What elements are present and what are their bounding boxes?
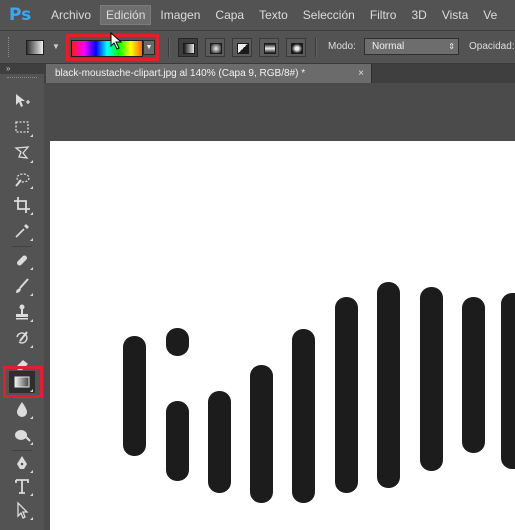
tool-preset-icon[interactable]: [26, 40, 44, 55]
photoshop-logo: Ps: [9, 5, 32, 25]
menu-3d[interactable]: 3D: [405, 5, 432, 25]
type-tool-icon[interactable]: [9, 475, 35, 497]
artwork-bar: [292, 329, 315, 503]
gradient-tool-highlight-box: [3, 366, 43, 398]
artwork-bar: [420, 287, 443, 471]
linear-gradient-icon[interactable]: [178, 38, 198, 57]
artwork-bar: [377, 282, 400, 488]
crop-tool-icon[interactable]: [9, 194, 35, 216]
brush-tool-icon[interactable]: [9, 275, 35, 297]
mouse-pointer-icon: [110, 32, 123, 50]
options-separator: [315, 38, 317, 57]
dodge-tool-icon[interactable]: [9, 424, 35, 446]
tool-preset-dropdown-icon[interactable]: ▼: [52, 42, 60, 51]
mode-select-value: Normal: [372, 41, 405, 52]
menu-archivo[interactable]: Archivo: [45, 5, 97, 25]
artwork-bar: [123, 336, 146, 456]
angle-gradient-icon[interactable]: [232, 38, 252, 57]
opacity-label: Opacidad:: [469, 41, 515, 52]
artwork-bar: [462, 297, 485, 453]
options-bar-grip[interactable]: [8, 37, 11, 57]
path-selection-tool-icon[interactable]: [9, 499, 35, 521]
history-brush-tool-icon[interactable]: [9, 327, 35, 349]
menu-texto[interactable]: Texto: [253, 5, 294, 25]
healing-brush-tool-icon[interactable]: [9, 249, 35, 271]
menu-imagen[interactable]: Imagen: [154, 5, 206, 25]
eyedropper-tool-icon[interactable]: [9, 220, 35, 242]
move-tool-icon[interactable]: [9, 90, 35, 112]
pen-tool-icon[interactable]: [9, 452, 35, 474]
toolbox-grip[interactable]: [7, 77, 37, 80]
menu-vista[interactable]: Vista: [436, 5, 474, 25]
radial-gradient-icon[interactable]: [205, 38, 225, 57]
marquee-tool-icon[interactable]: [9, 116, 35, 138]
diamond-gradient-icon[interactable]: [286, 38, 306, 57]
menu-capa[interactable]: Capa: [209, 5, 250, 25]
close-icon[interactable]: ×: [358, 64, 364, 83]
document-tab-title: black-moustache-clipart.jpg al 140% (Cap…: [55, 68, 306, 79]
clone-stamp-tool-icon[interactable]: [9, 301, 35, 323]
document-tab[interactable]: black-moustache-clipart.jpg al 140% (Cap…: [46, 64, 372, 83]
mode-label: Modo:: [328, 41, 356, 52]
blur-tool-icon[interactable]: [9, 398, 35, 420]
reflected-gradient-icon[interactable]: [259, 38, 279, 57]
artwork-bar: [335, 297, 358, 493]
mode-select[interactable]: Normal ⇕: [364, 38, 459, 55]
menu-bar: Ps Archivo Edición Imagen Capa Texto Sel…: [0, 0, 515, 30]
options-bar: ▼ ▼ Modo: Normal ⇕ Opacidad:: [0, 30, 515, 64]
toolbox-collapse-button[interactable]: »: [0, 64, 44, 74]
menu-filtro[interactable]: Filtro: [364, 5, 403, 25]
artwork-bar: [208, 391, 231, 493]
artwork-bar: [250, 365, 273, 503]
lasso-tool-icon[interactable]: [9, 142, 35, 164]
menu-edicion[interactable]: Edición: [100, 5, 152, 25]
chevron-updown-icon: ⇕: [448, 42, 455, 51]
artwork-bar: [166, 401, 189, 481]
menu-seleccion[interactable]: Selección: [297, 5, 361, 25]
quick-selection-tool-icon[interactable]: [9, 168, 35, 190]
toolbox: »: [0, 64, 44, 530]
artwork-bar: [501, 293, 515, 469]
document-canvas[interactable]: [50, 141, 515, 530]
artwork-bar: [166, 328, 189, 356]
options-separator: [168, 38, 170, 57]
document-tabs: black-moustache-clipart.jpg al 140% (Cap…: [44, 64, 515, 83]
menu-ventana[interactable]: Ve: [477, 5, 503, 25]
